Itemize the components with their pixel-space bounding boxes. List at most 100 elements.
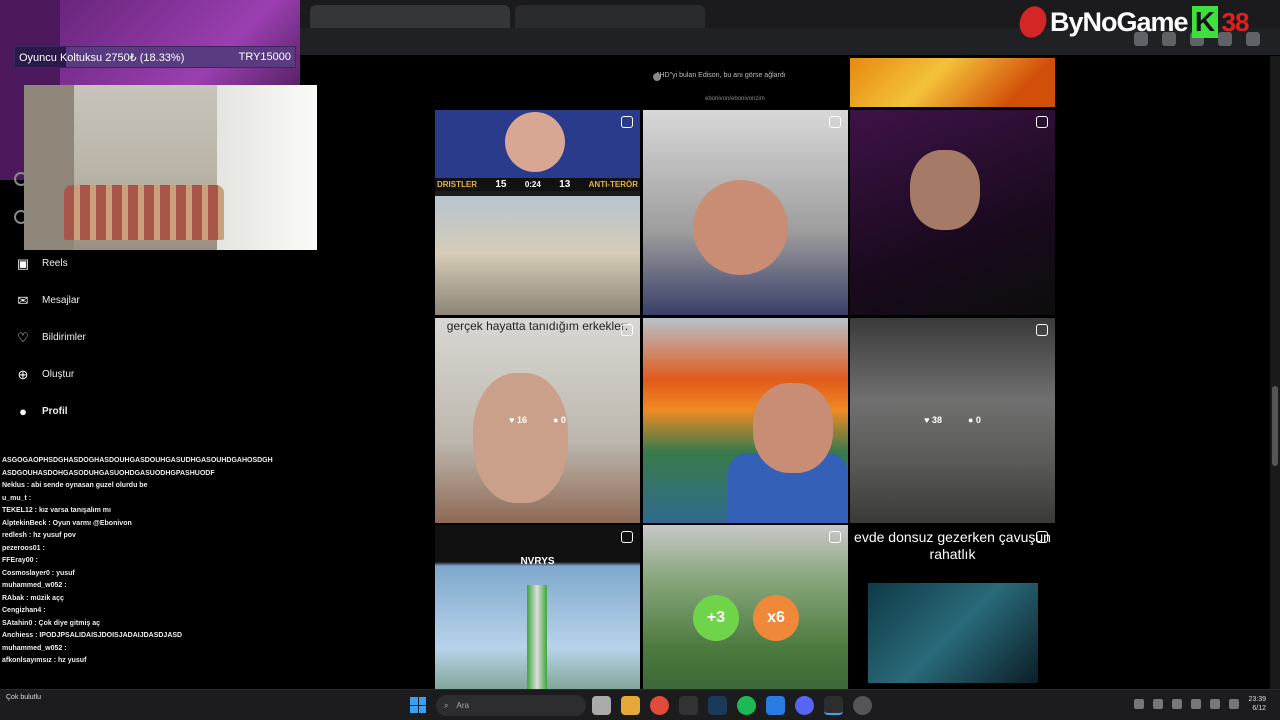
sidebar-item-label: Reels [42, 258, 68, 269]
chat-message: ASGOGAOPHSDGHASDOGHASDOUHGASDOUHGASUDHGA… [2, 457, 273, 464]
app-icon[interactable] [679, 696, 698, 715]
discord-icon[interactable] [795, 696, 814, 715]
sponsor-logo: ByNoGame K 38 [1015, 2, 1249, 42]
microphone-icon[interactable] [1172, 699, 1183, 709]
spotify-icon[interactable] [737, 696, 756, 715]
reel-thumbnail[interactable]: ♥ 38 ● 0 [850, 318, 1055, 523]
reels-icon: ▣ [16, 255, 30, 271]
donation-goal-label: Oyuncu Koltuksu 2750₺ (18.33%) [19, 51, 185, 64]
chat-message: ASDGOUHASDOHGASODUHGASUOHDGASUODHGPASHUO… [2, 469, 215, 477]
multiplier-badge: x6 [753, 595, 799, 641]
chat-message: AlptekinBeck : Oyun varmı @Ebonivon [2, 519, 132, 527]
clock-time: 23:39 [1248, 696, 1266, 703]
start-button[interactable] [410, 697, 426, 713]
browser-tab[interactable] [515, 5, 705, 28]
battery-icon[interactable] [1229, 699, 1240, 709]
reel-thumbnail[interactable] [643, 110, 848, 315]
search-icon[interactable] [14, 172, 28, 186]
webcam-feed [24, 85, 317, 250]
top-row-partial: "HD"yi bulan Edison, bu anı görse ağlard… [435, 58, 1055, 108]
chat-message: TEKEL12 : kız varsa tanışalım mı [2, 507, 111, 514]
network-icon[interactable] [1191, 699, 1202, 709]
chat-message: Cosmoslayer0 : yusuf [2, 569, 75, 577]
chat-message: Cengizhan4 : [2, 607, 46, 614]
browser-tab[interactable] [310, 5, 510, 28]
task-view-icon[interactable] [592, 696, 611, 715]
chrome-icon[interactable] [650, 696, 669, 715]
reel-icon [621, 531, 633, 543]
ig-sidebar: ▣ Reels ✉ Mesajlar ♡ Bildirimler ⊕ Oluşt… [14, 245, 264, 430]
reel-icon [1036, 324, 1048, 336]
chat-message: muhammed_w052 : [2, 644, 67, 652]
chat-message: afkonlsayımsız : hz yusuf [2, 657, 87, 664]
chat-message: redlesh : hz yusuf pov [2, 532, 76, 539]
reel-thumbnail[interactable] [850, 110, 1055, 315]
team-right: ANTI-TERÖR [588, 180, 638, 189]
windows-taskbar: Çok bulutlu ⌕ Ara 23:39 6/12 [0, 689, 1280, 720]
sidebar-item-create[interactable]: ⊕ Oluştur [14, 356, 264, 393]
comment-icon: ● [552, 415, 561, 425]
chat-message: Anchiess : IPODJPSALIDAISJDOISJADAIJDASD… [2, 632, 183, 639]
obs-icon[interactable] [824, 696, 843, 715]
reel-scene [868, 583, 1038, 683]
streamer-face [753, 383, 833, 473]
bynogame-logo-icon [1015, 2, 1051, 42]
heart-icon: ♥ [924, 415, 932, 425]
app-icon[interactable] [766, 696, 785, 715]
app-icon[interactable] [621, 696, 640, 715]
comments-count: ● 0 [553, 415, 566, 425]
reel-thumbnail[interactable]: DRISTLER 15 0:24 13 ANTI-TERÖR [435, 110, 640, 315]
volume-icon[interactable] [1210, 699, 1221, 709]
reel-caption: NVRYS [520, 556, 555, 567]
chat-message: RAbak : müzik açç [2, 594, 64, 602]
reel-thumbnail[interactable]: gerçek hayatta tanıdığım erkekler: ♥ 16 … [435, 318, 640, 523]
post-caption: "HD"yi bulan Edison, bu anı görse ağlard… [657, 72, 786, 79]
reel-thumbnail[interactable] [643, 318, 848, 523]
page-scrollbar[interactable] [1270, 56, 1280, 689]
taskbar-clock[interactable]: 23:39 6/12 [1248, 695, 1266, 713]
sidebar-item-label: Mesajlar [42, 295, 80, 306]
reel-thumbnail[interactable] [850, 58, 1055, 107]
comments-value: 0 [975, 415, 981, 425]
scrollbar-thumb[interactable] [1272, 386, 1278, 466]
brand-name: ByNoGame [1050, 6, 1189, 37]
reel-caption: evde donsuz gezerken çavuşun rahatlık [854, 529, 1051, 562]
weather-text: Çok bulutlu [6, 694, 42, 701]
steam-icon[interactable] [708, 696, 727, 715]
bonus-badge: +3 [693, 595, 739, 641]
explore-icon[interactable] [14, 210, 28, 224]
sidebar-item-notifications[interactable]: ♡ Bildirimler [14, 319, 264, 356]
chat-message: Neklus : abi sende oynasan guzel olurdu … [2, 482, 148, 489]
sidebar-item-messages[interactable]: ✉ Mesajlar [14, 282, 264, 319]
reel-icon [829, 116, 841, 128]
reel-icon [829, 531, 841, 543]
reel-caption: gerçek hayatta tanıdığım erkekler: [446, 319, 629, 333]
clock-date: 6/12 [1252, 705, 1266, 712]
person-face [473, 373, 568, 503]
chat-message: u_mu_t : [2, 494, 32, 502]
post-caption-sub: ebonivon/ebonivonzim [705, 96, 765, 102]
likes-count: ♥ 38 [924, 415, 942, 425]
chat-message: SAtahin0 : Çok diye gitmiş aç [2, 619, 101, 627]
sidebar-item-reels[interactable]: ▣ Reels [14, 245, 264, 282]
sidebar-item-label: Profil [42, 406, 68, 417]
taskbar-search[interactable]: ⌕ Ara [436, 695, 586, 716]
streamer-face [693, 180, 788, 275]
comments-count: ● 0 [968, 415, 981, 425]
likes-count: ♥ 16 [509, 415, 527, 425]
heart-icon: ♥ [509, 415, 517, 425]
system-tray: 23:39 6/12 [1134, 695, 1266, 713]
create-icon: ⊕ [17, 366, 29, 382]
tray-app-icon[interactable] [1153, 699, 1164, 709]
sidebar-item-profile[interactable]: ● Profil [14, 393, 264, 430]
comment-icon: ● [967, 415, 976, 425]
likes-value: 38 [931, 415, 942, 425]
donation-goal-target: TRY15000 [238, 51, 291, 63]
stream-screen: Oyuncu Koltuksu 2750₺ (18.33%) TRY15000 … [0, 0, 1280, 720]
streamer-face [505, 112, 565, 172]
sidebar-item-label: Oluştur [42, 369, 75, 380]
weather-widget[interactable]: Çok bulutlu [6, 693, 41, 703]
chevron-up-icon[interactable] [1134, 699, 1145, 709]
score-right: 13 [559, 179, 571, 190]
app-icon[interactable] [853, 696, 872, 715]
